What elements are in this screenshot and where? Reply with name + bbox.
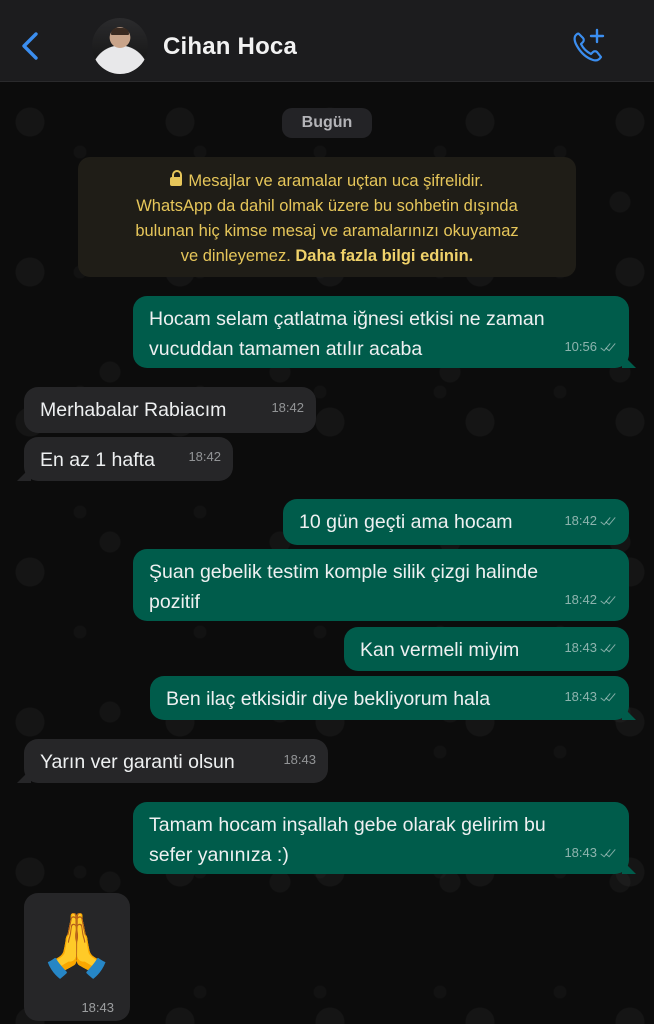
message-text: Tamam hocam inşallah gebe olarak gelirim… [149,814,546,836]
message-text: pozitif [149,591,200,613]
message-bubble-outgoing[interactable]: Hocam selam çatlatma iğnesi etkisi ne za… [133,296,629,368]
chevron-left-icon[interactable] [16,26,46,66]
message-bubble-incoming[interactable]: Yarın ver garanti olsun 18:43 [24,739,328,783]
double-check-icon [601,342,617,352]
message-bubble-emoji[interactable]: 🙏 18:43 [24,893,130,1021]
message-time: 18:43 [81,1000,114,1015]
message-bubble-outgoing[interactable]: Tamam hocam inşallah gebe olarak gelirim… [133,802,629,874]
double-check-icon [601,848,617,858]
message-text: Merhabalar Rabiacım [40,399,227,421]
double-check-icon [601,595,617,605]
message-time: 18:43 [564,689,597,704]
encryption-line: Mesajlar ve aramalar uçtan uca şifrelidi… [188,172,484,190]
message-time: 18:42 [564,513,597,528]
message-text: Şuan gebelik testim komple silik çizgi h… [149,561,539,583]
message-bubble-outgoing[interactable]: 10 gün geçti ama hocam 18:42 [283,499,629,545]
double-check-icon [601,692,617,702]
message-time: 18:43 [283,752,316,767]
contact-name[interactable]: Cihan Hoca [163,33,297,61]
message-time: 18:43 [564,845,597,860]
message-text: Hocam selam çatlatma iğnesi etkisi ne za… [149,308,545,330]
encryption-notice[interactable]: Mesajlar ve aramalar uçtan uca şifrelidi… [78,157,576,277]
message-text: Ben ilaç etkisidir diye bekliyorum hala [166,688,491,710]
avatar[interactable] [92,18,148,74]
message-text: sefer yanınıza :) [149,844,289,866]
message-time: 18:43 [564,640,597,655]
message-bubble-outgoing[interactable]: Şuan gebelik testim komple silik çizgi h… [133,549,629,621]
learn-more-link[interactable]: Daha fazla bilgi edinin. [295,247,473,265]
double-check-icon [601,516,617,526]
encryption-line: ve dinleyemez. [180,247,291,265]
folded-hands-emoji: 🙏 [38,911,116,980]
message-bubble-outgoing[interactable]: Kan vermeli miyim 18:43 [344,627,629,671]
chat-header: Cihan Hoca [0,0,654,82]
encryption-line: WhatsApp da dahil olmak üzere bu sohbeti… [136,197,518,215]
add-call-icon[interactable] [568,26,608,66]
double-check-icon [601,643,617,653]
message-bubble-outgoing[interactable]: Ben ilaç etkisidir diye bekliyorum hala … [150,676,629,720]
message-text: vucuddan tamamen atılır acaba [149,338,423,360]
message-time: 10:56 [564,339,597,354]
message-bubble-incoming[interactable]: En az 1 hafta 18:42 [24,437,233,481]
message-text: Yarın ver garanti olsun [40,751,235,773]
message-bubble-incoming[interactable]: Merhabalar Rabiacım 18:42 [24,387,316,433]
message-time: 18:42 [271,400,304,415]
message-time: 18:42 [188,449,221,464]
encryption-line: bulunan hiç kimse mesaj ve aramalarınızı… [135,222,519,240]
date-chip: Bugün [282,108,372,138]
lock-icon [170,170,183,187]
message-time: 18:42 [564,592,597,607]
